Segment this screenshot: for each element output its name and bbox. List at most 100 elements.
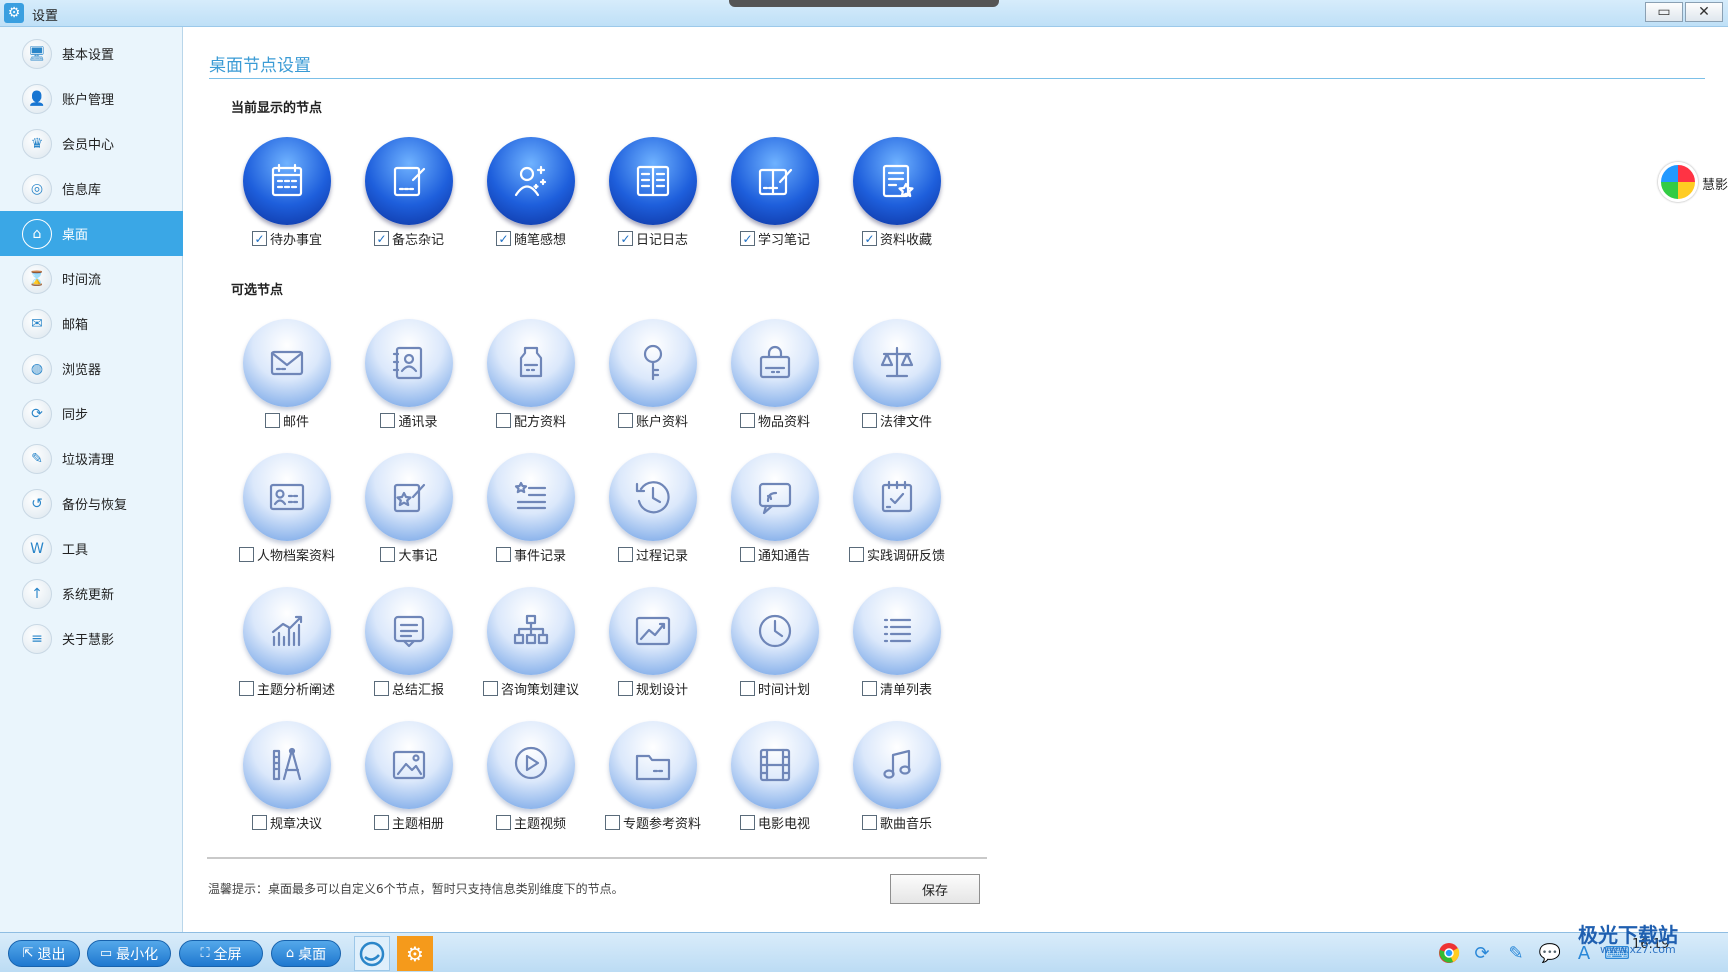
edit-icon[interactable]: ✎ (1504, 942, 1528, 966)
star-note-icon[interactable] (365, 453, 453, 541)
photo-icon[interactable] (365, 721, 453, 809)
taskbar-button-1[interactable]: ▭ 最小化 (87, 940, 171, 967)
node-checkbox[interactable] (495, 815, 511, 830)
node-optional_nodes-6[interactable]: 人物档案资料 (222, 453, 344, 564)
envelope-icon[interactable] (243, 319, 331, 407)
report-icon[interactable] (365, 587, 453, 675)
music-note-icon[interactable] (853, 721, 941, 809)
node-checkbox[interactable] (739, 681, 755, 696)
huiying-widget[interactable]: 慧影 (1658, 160, 1728, 204)
node-optional_nodes-20[interactable]: 主题视频 (466, 721, 588, 832)
sidebar-item-9[interactable]: ✎ 垃圾清理 (0, 436, 183, 481)
compass-ruler-icon[interactable] (243, 721, 331, 809)
node-current_nodes-3[interactable]: ✓ 日记日志 (588, 137, 710, 248)
node-checkbox-row[interactable]: 歌曲音乐 (832, 813, 962, 832)
folder-icon[interactable] (609, 721, 697, 809)
clock-icon[interactable] (731, 587, 819, 675)
sidebar-item-2[interactable]: ♛ 会员中心 (0, 121, 183, 166)
node-checkbox[interactable]: ✓ (373, 231, 389, 246)
node-optional_nodes-23[interactable]: 歌曲音乐 (832, 721, 954, 832)
study-notes-icon[interactable] (731, 137, 819, 225)
node-checkbox[interactable] (617, 681, 633, 696)
node-optional_nodes-21[interactable]: 专题参考资料 (588, 721, 710, 832)
contacts-icon[interactable] (365, 319, 453, 407)
film-icon[interactable] (731, 721, 819, 809)
node-optional_nodes-10[interactable]: 通知通告 (710, 453, 832, 564)
node-checkbox-row[interactable]: 人物档案资料 (222, 545, 352, 564)
node-optional_nodes-3[interactable]: 账户资料 (588, 319, 710, 430)
node-checkbox-row[interactable]: 主题视频 (466, 813, 596, 832)
node-optional_nodes-0[interactable]: 邮件 (222, 319, 344, 430)
node-checkbox-row[interactable]: 清单列表 (832, 679, 962, 698)
sidebar-item-13[interactable]: ≡ 关于慧影 (0, 616, 183, 661)
node-checkbox[interactable] (238, 547, 254, 562)
play-icon[interactable] (487, 721, 575, 809)
node-checkbox[interactable] (373, 815, 389, 830)
node-optional_nodes-11[interactable]: 实践调研反馈 (832, 453, 954, 564)
minimize-button[interactable]: ▭ (1645, 2, 1683, 22)
node-optional_nodes-5[interactable]: 法律文件 (832, 319, 954, 430)
close-button[interactable]: ✕ (1685, 2, 1723, 22)
node-checkbox[interactable]: ✓ (495, 231, 511, 246)
node-checkbox-row[interactable]: 账户资料 (588, 411, 718, 430)
node-checkbox-row[interactable]: 通知通告 (710, 545, 840, 564)
node-checkbox-row[interactable]: 邮件 (222, 411, 352, 430)
node-checkbox-row[interactable]: 物品资料 (710, 411, 840, 430)
node-checkbox[interactable]: ✓ (861, 231, 877, 246)
node-checkbox[interactable] (264, 413, 280, 428)
node-optional_nodes-1[interactable]: 通讯录 (344, 319, 466, 430)
node-checkbox-row[interactable]: 大事记 (344, 545, 474, 564)
node-checkbox-row[interactable]: ✓ 备忘杂记 (344, 229, 474, 248)
node-checkbox[interactable] (739, 547, 755, 562)
sidebar-item-5[interactable]: ⌛ 时间流 (0, 256, 183, 301)
node-checkbox[interactable]: ✓ (739, 231, 755, 246)
node-checkbox[interactable] (238, 681, 254, 696)
jar-icon[interactable] (487, 319, 575, 407)
notepad-icon[interactable] (365, 137, 453, 225)
node-optional_nodes-2[interactable]: 配方资料 (466, 319, 588, 430)
node-optional_nodes-13[interactable]: 总结汇报 (344, 587, 466, 698)
settings-gear-icon[interactable]: ⚙ (397, 936, 433, 971)
node-checkbox-row[interactable]: ✓ 资料收藏 (832, 229, 962, 248)
node-checkbox-row[interactable]: 规划设计 (588, 679, 718, 698)
org-chart-icon[interactable] (487, 587, 575, 675)
node-optional_nodes-14[interactable]: 咨询策划建议 (466, 587, 588, 698)
node-checkbox[interactable] (617, 547, 633, 562)
node-checkbox[interactable] (848, 547, 864, 562)
sidebar-item-0[interactable]: 🖥 基本设置 (0, 31, 183, 76)
node-checkbox-row[interactable]: 通讯录 (344, 411, 474, 430)
clock-history-icon[interactable] (609, 453, 697, 541)
node-checkbox[interactable] (861, 413, 877, 428)
taskbar-button-2[interactable]: ⛶ 全屏 (179, 940, 263, 967)
node-checkbox-row[interactable]: ✓ 学习笔记 (710, 229, 840, 248)
node-optional_nodes-8[interactable]: 事件记录 (466, 453, 588, 564)
node-optional_nodes-9[interactable]: 过程记录 (588, 453, 710, 564)
node-checkbox[interactable]: ✓ (251, 231, 267, 246)
node-current_nodes-4[interactable]: ✓ 学习笔记 (710, 137, 832, 248)
taskbar-button-3[interactable]: ⌂ 桌面 (271, 940, 341, 967)
drag-handle[interactable] (729, 0, 999, 7)
node-checkbox[interactable] (495, 547, 511, 562)
sidebar-item-11[interactable]: W 工具 (0, 526, 183, 571)
node-optional_nodes-12[interactable]: 主题分析阐述 (222, 587, 344, 698)
node-checkbox-row[interactable]: 专题参考资料 (588, 813, 718, 832)
node-checkbox-row[interactable]: 主题分析阐述 (222, 679, 352, 698)
sidebar-item-7[interactable]: ◍ 浏览器 (0, 346, 183, 391)
sidebar-item-1[interactable]: 👤 账户管理 (0, 76, 183, 121)
node-optional_nodes-22[interactable]: 电影电视 (710, 721, 832, 832)
node-optional_nodes-17[interactable]: 清单列表 (832, 587, 954, 698)
node-checkbox[interactable] (604, 815, 620, 830)
node-checkbox-row[interactable]: 电影电视 (710, 813, 840, 832)
node-checkbox-row[interactable]: 配方资料 (466, 411, 596, 430)
sync-icon[interactable]: ⟳ (1470, 942, 1494, 966)
favorites-icon[interactable] (853, 137, 941, 225)
sidebar-item-12[interactable]: ↑ 系统更新 (0, 571, 183, 616)
node-checkbox-row[interactable]: 过程记录 (588, 545, 718, 564)
huiying-app-icon[interactable] (354, 936, 390, 971)
sidebar-item-10[interactable]: ↺ 备份与恢复 (0, 481, 183, 526)
node-optional_nodes-16[interactable]: 时间计划 (710, 587, 832, 698)
node-checkbox[interactable] (739, 815, 755, 830)
node-checkbox[interactable] (482, 681, 498, 696)
chrome-icon[interactable] (1437, 942, 1461, 966)
bag-icon[interactable] (731, 319, 819, 407)
